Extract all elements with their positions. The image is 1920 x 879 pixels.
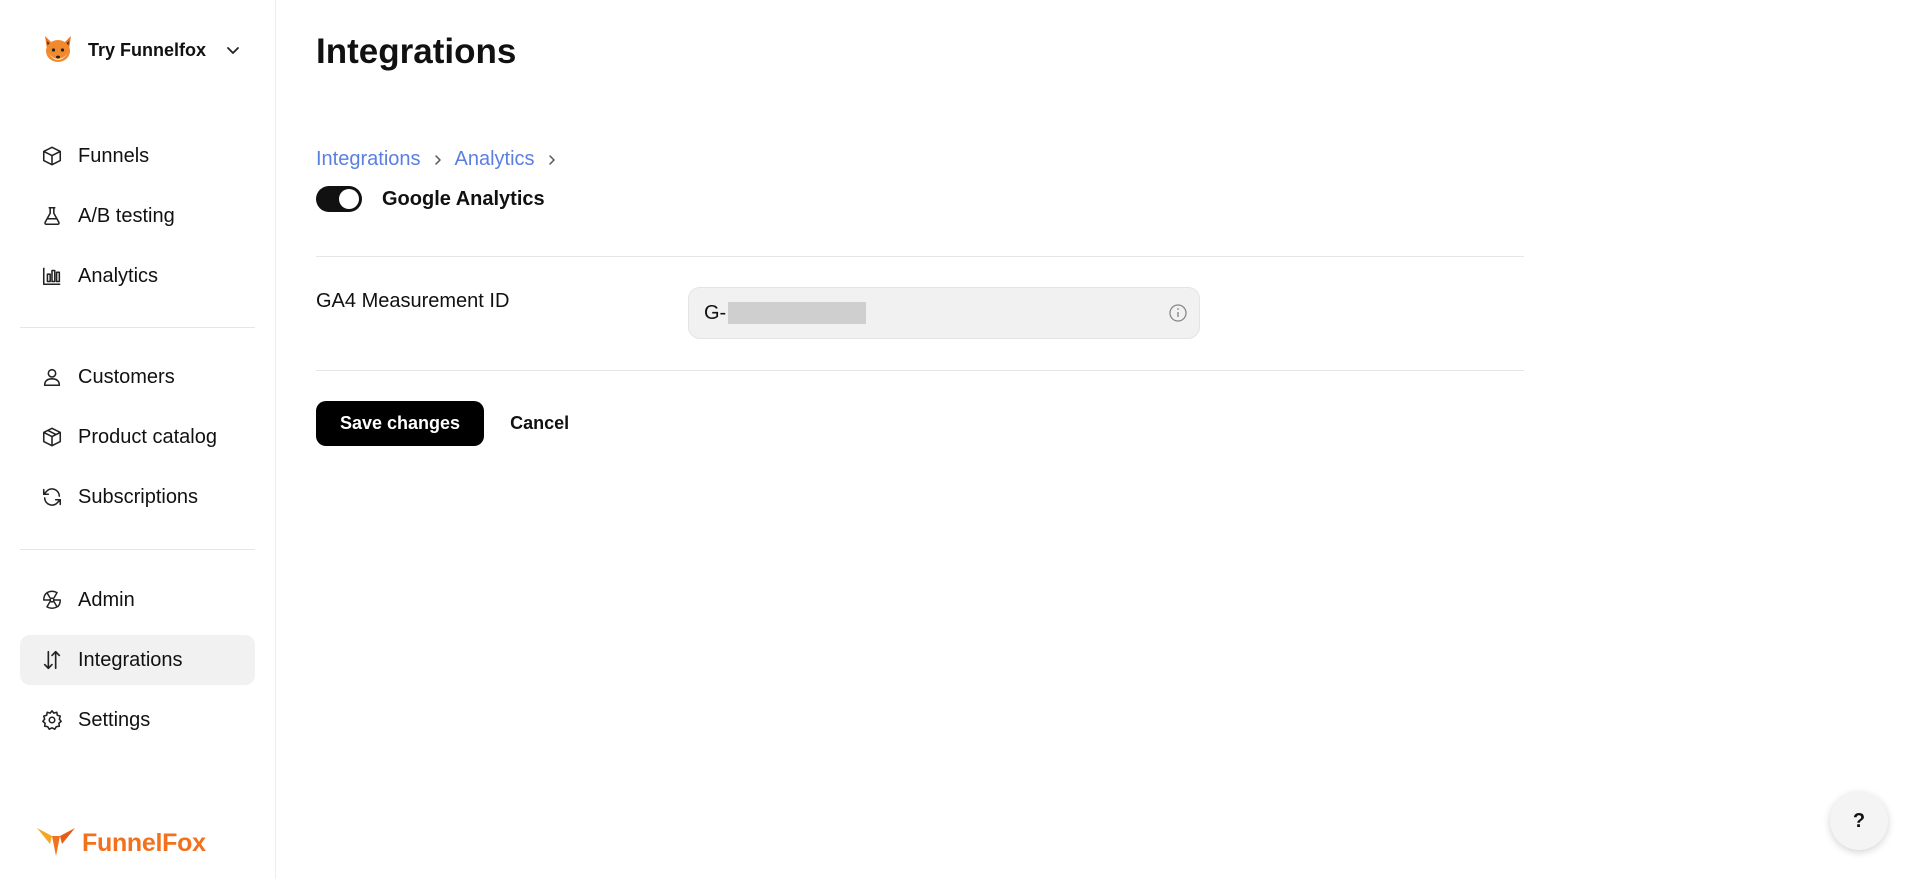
sidebar-item-product-catalog[interactable]: Product catalog bbox=[20, 412, 255, 462]
user-icon bbox=[40, 365, 64, 389]
arrows-up-down-icon bbox=[40, 648, 64, 672]
ga4-measurement-id-input[interactable]: G- bbox=[688, 287, 1200, 339]
workspace-switcher[interactable]: Try Funnelfox bbox=[40, 30, 242, 70]
breadcrumb-integrations[interactable]: Integrations bbox=[316, 148, 421, 171]
bar-chart-icon bbox=[40, 264, 64, 288]
integration-name: Google Analytics bbox=[382, 187, 545, 210]
nav-group-commerce: Customers Product catalog Subscriptions bbox=[20, 352, 255, 532]
cube-icon bbox=[40, 144, 64, 168]
sidebar-item-label: Settings bbox=[78, 708, 151, 731]
chevron-right-icon bbox=[545, 153, 559, 167]
ga4-measurement-id-value: G- bbox=[704, 301, 727, 324]
sidebar-item-label: Integrations bbox=[78, 648, 183, 671]
sidebar-item-label: Subscriptions bbox=[78, 485, 199, 508]
ga4-measurement-id-label: GA4 Measurement ID bbox=[316, 290, 510, 312]
nav-group-build: Funnels A/B testing Analytics bbox=[20, 131, 255, 311]
sidebar-item-customers[interactable]: Customers bbox=[20, 352, 255, 402]
fox-face-icon bbox=[40, 32, 76, 68]
sidebar-item-ab-testing[interactable]: A/B testing bbox=[20, 191, 255, 241]
help-button[interactable]: ? bbox=[1830, 792, 1888, 850]
breadcrumb: Integrations Analytics bbox=[316, 148, 559, 171]
gear-icon bbox=[40, 708, 64, 732]
sidebar-item-label: Customers bbox=[78, 365, 175, 388]
sidebar-item-label: Product catalog bbox=[78, 425, 217, 448]
chevron-right-icon bbox=[431, 153, 445, 167]
sidebar-item-settings[interactable]: Settings bbox=[20, 695, 255, 745]
sidebar-item-funnels[interactable]: Funnels bbox=[20, 131, 255, 181]
sidebar-item-label: Analytics bbox=[78, 264, 159, 287]
sidebar-item-admin[interactable]: Admin bbox=[20, 575, 255, 625]
integration-toggle-row: Google Analytics bbox=[316, 186, 545, 212]
sidebar-item-label: A/B testing bbox=[78, 204, 175, 227]
radiation-icon bbox=[40, 588, 64, 612]
sidebar-item-label: Funnels bbox=[78, 144, 150, 167]
sidebar: Try Funnelfox Funnels A/B testing Analyt… bbox=[0, 0, 276, 879]
section-divider bbox=[316, 370, 1524, 371]
brand-name: FunnelFox bbox=[82, 829, 206, 857]
package-icon bbox=[40, 425, 64, 449]
info-icon[interactable] bbox=[1167, 302, 1189, 324]
chevron-down-icon bbox=[224, 41, 242, 59]
section-divider bbox=[316, 256, 1524, 257]
breadcrumb-analytics[interactable]: Analytics bbox=[455, 148, 535, 171]
toggle-knob bbox=[339, 189, 359, 209]
page-title: Integrations bbox=[316, 32, 517, 71]
brand-logo: FunnelFox bbox=[36, 824, 206, 863]
funnelfox-logo-icon bbox=[36, 824, 76, 863]
sidebar-divider bbox=[20, 327, 255, 328]
sidebar-item-integrations[interactable]: Integrations bbox=[20, 635, 255, 685]
flask-icon bbox=[40, 204, 64, 228]
form-actions: Save changes Cancel bbox=[316, 401, 569, 446]
sidebar-item-label: Admin bbox=[78, 588, 135, 611]
save-changes-button[interactable]: Save changes bbox=[316, 401, 485, 446]
workspace-name: Try Funnelfox bbox=[88, 39, 207, 60]
sidebar-divider bbox=[20, 549, 255, 550]
redacted-value bbox=[728, 302, 867, 324]
sidebar-item-analytics[interactable]: Analytics bbox=[20, 251, 255, 301]
integration-enabled-toggle[interactable] bbox=[316, 186, 362, 212]
cancel-button[interactable]: Cancel bbox=[510, 413, 569, 434]
refresh-icon bbox=[40, 485, 64, 509]
nav-group-system: Admin Integrations Settings bbox=[20, 575, 255, 755]
sidebar-item-subscriptions[interactable]: Subscriptions bbox=[20, 472, 255, 522]
